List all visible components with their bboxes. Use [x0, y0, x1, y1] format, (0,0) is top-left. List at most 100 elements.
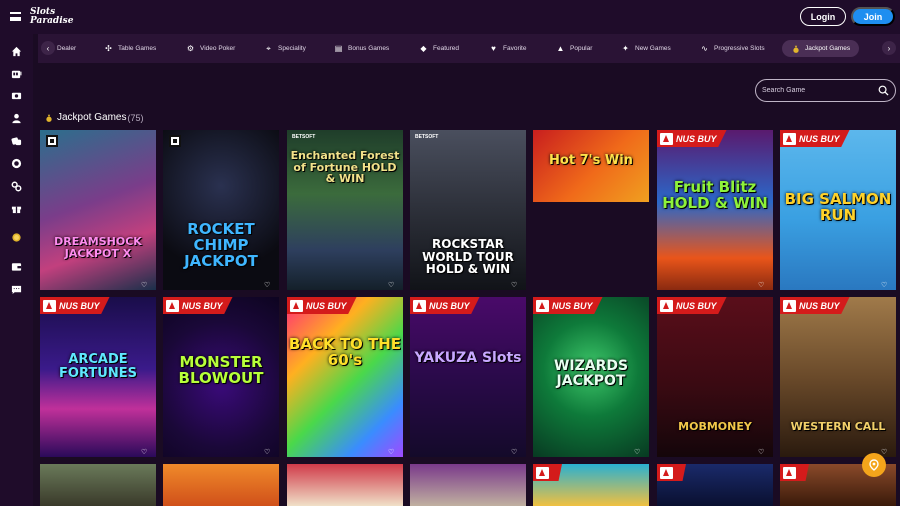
game-artwork: [657, 297, 773, 457]
chip-icon[interactable]: [10, 157, 23, 170]
game-tile-rockstar[interactable]: BETSOFT ROCKSTAR WORLD TOUR HOLD & WIN ♡: [410, 130, 526, 290]
dice-icon[interactable]: [10, 135, 23, 148]
coin-icon[interactable]: [10, 231, 23, 244]
game-title: WESTERN CALL: [790, 420, 886, 433]
game-artwork: [40, 464, 156, 506]
game-title: MOBMONEY: [678, 420, 752, 433]
favorite-heart-icon[interactable]: ♡: [264, 449, 272, 456]
wallet-icon[interactable]: [10, 260, 23, 273]
favorite-heart-icon[interactable]: ♡: [511, 282, 519, 289]
category-bonus-games[interactable]: ▤ Bonus Games: [334, 40, 389, 57]
favorite-heart-icon[interactable]: ♡: [758, 282, 766, 289]
search-input[interactable]: [762, 84, 872, 97]
nav-prev-icon[interactable]: ‹: [41, 41, 55, 55]
money-bag-icon: [46, 114, 52, 122]
provider-logo-icon: [413, 299, 426, 312]
favorite-heart-icon[interactable]: ♡: [141, 449, 149, 456]
menu-icon[interactable]: [10, 12, 21, 21]
category-label: Featured: [433, 45, 460, 52]
category-featured[interactable]: ◆ Featured: [419, 40, 459, 57]
category-favorite[interactable]: ♥ Favorite: [489, 40, 526, 57]
game-tile-fruit-blitz[interactable]: NUS BUY Fruit Blitz HOLD & WIN ♡: [657, 130, 773, 290]
pulse-icon: ∿: [701, 44, 708, 53]
favorite-heart-icon[interactable]: ♡: [634, 449, 642, 456]
badge-text: NUS BUY: [799, 133, 840, 144]
category-popular[interactable]: ▲ Popular: [556, 40, 593, 57]
badge-text: NUS BUY: [429, 300, 470, 311]
money-bag-icon: [791, 44, 800, 53]
site-logo[interactable]: Slots Paradise: [30, 8, 73, 26]
category-label: New Games: [635, 45, 671, 52]
favorite-heart-icon[interactable]: ♡: [264, 282, 272, 289]
favorite-heart-icon[interactable]: ♡: [881, 449, 889, 456]
category-label: Dealer: [57, 45, 77, 52]
login-button[interactable]: Login: [800, 7, 846, 26]
cards-icon: ✣: [105, 44, 112, 53]
badge-text: NUS BUY: [306, 300, 347, 311]
category-dealer[interactable]: Dealer: [57, 40, 76, 57]
search-icon[interactable]: [878, 85, 889, 96]
support-button[interactable]: [862, 453, 886, 477]
game-title: Hot 7's Win: [549, 153, 633, 168]
game-tile-row3-5[interactable]: [533, 464, 649, 506]
bonus-buy-badge: NUS BUY: [657, 297, 727, 314]
game-tile-dreamshock[interactable]: DREAMSHOCK JACKPOT X ♡: [40, 130, 156, 290]
category-label: Favorite: [503, 45, 527, 52]
thumbs-up-icon: ▲: [556, 44, 565, 53]
user-icon[interactable]: [10, 112, 23, 125]
game-tile-mobmoney[interactable]: NUS BUY MOBMONEY ♡: [657, 297, 773, 457]
game-tile-yakuza-slots[interactable]: NUS BUY YAKUZA Slots ♡: [410, 297, 526, 457]
game-title: YAKUZA Slots: [414, 350, 522, 366]
category-speciality[interactable]: ⌖ Speciality: [264, 40, 306, 57]
game-tile-wizards-jackpot[interactable]: NUS BUY WIZARDS JACKPOT ♡: [533, 297, 649, 457]
game-tile-row3-4[interactable]: [410, 464, 526, 506]
favorite-heart-icon[interactable]: ♡: [881, 282, 889, 289]
slots-icon[interactable]: [10, 67, 23, 80]
game-tile-row3-6[interactable]: [657, 464, 773, 506]
game-tile-back-to-the-60s[interactable]: NUS BUY BACK TO THE 60's ♡: [287, 297, 403, 457]
game-tile-enchanted[interactable]: BETSOFT Enchanted Forest of Fortune HOLD…: [287, 130, 403, 290]
search-box: [755, 79, 896, 102]
favorite-heart-icon[interactable]: ♡: [758, 449, 766, 456]
category-video-poker[interactable]: ⚙ Video Poker: [186, 40, 235, 57]
game-tile-hot-7s-win[interactable]: Hot 7's Win: [533, 130, 649, 202]
category-jackpot-games[interactable]: Jackpot Games: [782, 40, 860, 57]
category-new-games[interactable]: ✦ New Games: [621, 40, 671, 57]
game-title: WIZARDS JACKPOT: [553, 358, 629, 389]
game-tile-row3-3[interactable]: [287, 464, 403, 506]
nav-next-icon[interactable]: ›: [882, 41, 896, 55]
home-icon[interactable]: [10, 45, 23, 58]
game-tile-row3-1[interactable]: [40, 464, 156, 506]
favorite-heart-icon[interactable]: ♡: [511, 449, 519, 456]
game-tile-rocket-chimp[interactable]: ROCKET CHIMP JACKPOT ♡: [163, 130, 279, 290]
category-progressive-slots[interactable]: ∿ Progressive Slots: [700, 40, 764, 57]
gift-icon[interactable]: [10, 202, 23, 215]
game-tile-western-call[interactable]: NUS BUY WESTERN CALL ♡: [780, 297, 896, 457]
bonus-buy-badge: NUS BUY: [410, 297, 480, 314]
category-label: Table Games: [118, 45, 157, 52]
join-button[interactable]: Join: [851, 7, 895, 26]
game-tile-row3-2[interactable]: [163, 464, 279, 506]
game-title: ROCKSTAR WORLD TOUR HOLD & WIN: [422, 237, 514, 277]
badge-text: NUS BUY: [799, 300, 840, 311]
favorite-heart-icon[interactable]: ♡: [388, 449, 396, 456]
category-label: Jackpot Games: [805, 45, 851, 52]
category-label: Speciality: [278, 45, 306, 52]
game-tile-monster-blowout[interactable]: NUS BUY MONSTER BLOWOUT ♡: [163, 297, 279, 457]
provider-logo-icon: [536, 466, 549, 479]
bonus-buy-badge: NUS BUY: [780, 130, 850, 147]
game-artwork: [40, 130, 156, 290]
category-table-games[interactable]: ✣ Table Games: [104, 40, 156, 57]
favorite-heart-icon[interactable]: ♡: [388, 282, 396, 289]
game-tile-arcade-fortunes[interactable]: NUS BUY ARCADE FORTUNES ♡: [40, 297, 156, 457]
chat-icon[interactable]: [10, 283, 23, 296]
badge-text: NUS BUY: [552, 300, 593, 311]
section-count: (75): [127, 112, 144, 123]
bonus-buy-badge: NUS BUY: [533, 297, 603, 314]
bonus-buy-badge: NUS BUY: [657, 130, 727, 147]
bonus-icon[interactable]: [10, 89, 23, 102]
game-tile-big-salmon-run[interactable]: NUS BUY BIG SALMON RUN ♡: [780, 130, 896, 290]
game-artwork: [163, 464, 279, 506]
link-icon[interactable]: [10, 180, 23, 193]
favorite-heart-icon[interactable]: ♡: [141, 282, 149, 289]
